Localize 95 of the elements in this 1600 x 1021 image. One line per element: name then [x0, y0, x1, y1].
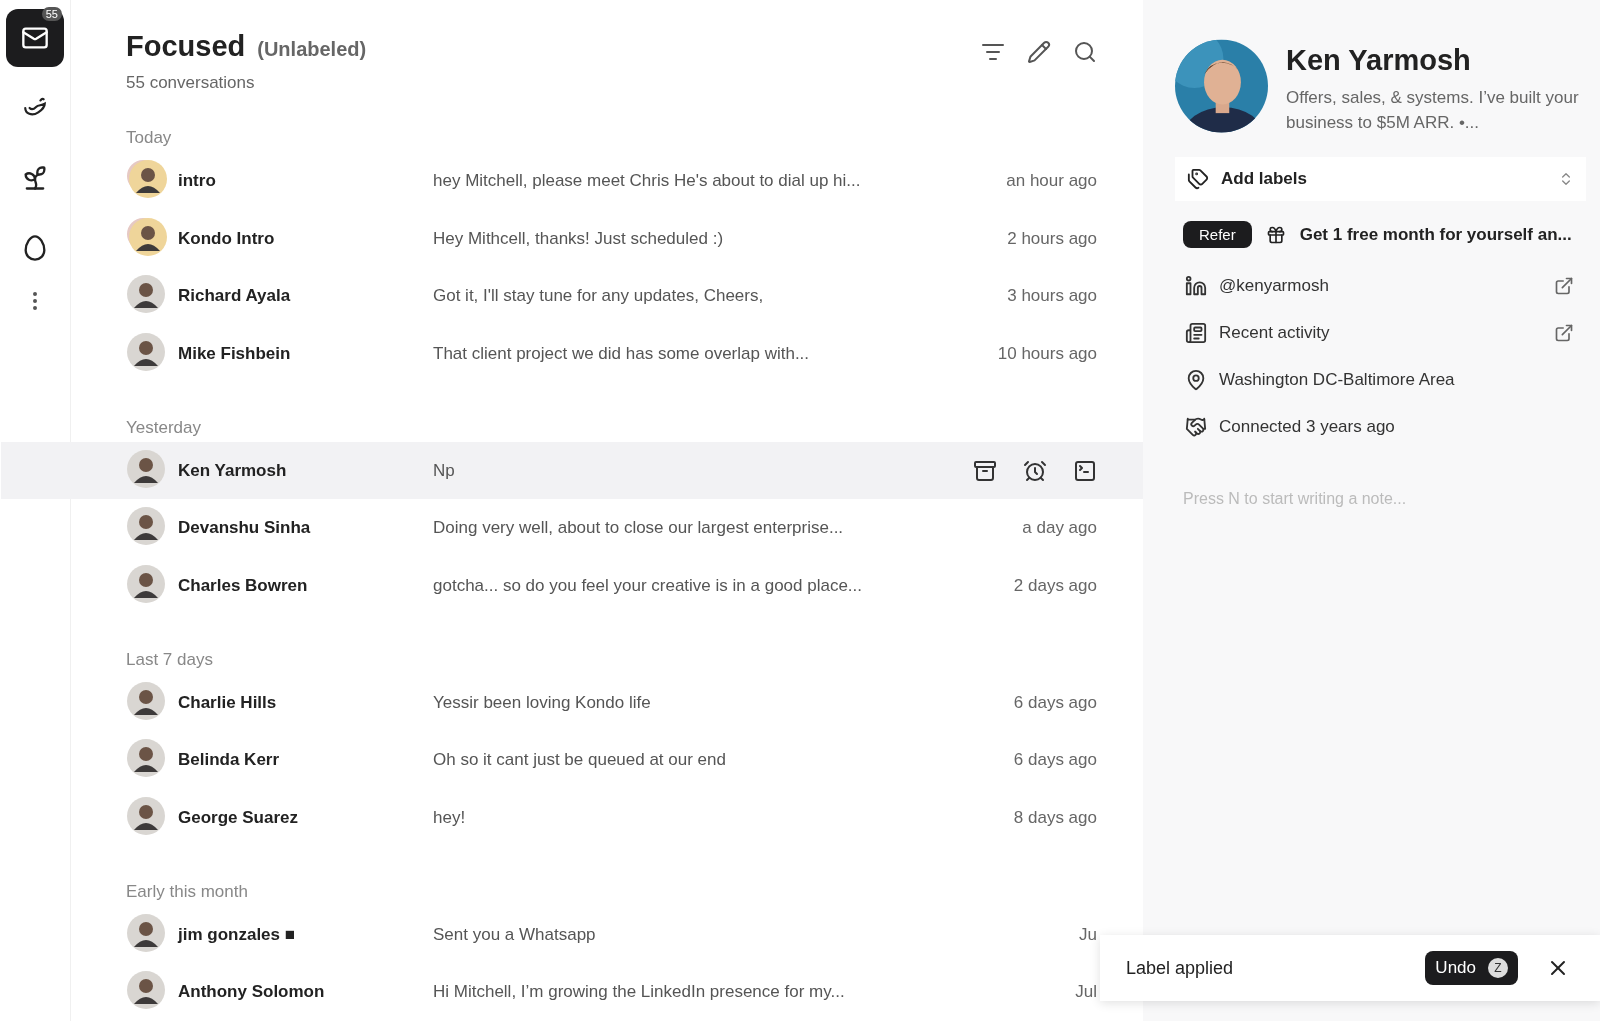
conversation-row[interactable]: jim gonzales ■ Sent you a Whatsapp Ju [1, 905, 1097, 964]
gift-icon [1265, 224, 1286, 245]
avatar-icon [126, 563, 168, 604]
contact-bio: Offers, sales, & systems. I’ve built your business to $5M ARR. •... [1286, 87, 1580, 134]
message-time: Ju [1079, 924, 1097, 945]
sender-name: Richard Ayala [178, 286, 292, 307]
avatar-icon [126, 331, 168, 372]
message-time: Jul [1075, 982, 1097, 1003]
profile-detail: Connected 3 years ago [1219, 416, 1396, 437]
sender-name: jim gonzales ■ [178, 924, 297, 945]
message-preview: Hi Mitchell, I’m growing the LinkedIn presence for my... [433, 982, 846, 1003]
sprout-icon [21, 164, 49, 192]
sender-name: Kondo Intro [178, 228, 276, 249]
compose-icon[interactable] [1027, 40, 1051, 64]
message-preview: Doing very well, about to close our largest enterprise... [433, 518, 845, 539]
unread-badge: 55 [41, 7, 62, 21]
avatar-icon [126, 158, 168, 199]
labels-dropdown[interactable]: Add labels [1175, 157, 1586, 201]
avatar-icon [126, 506, 168, 547]
sender-name: George Suarez [178, 807, 299, 828]
profile-detail[interactable]: Recent activity [1219, 322, 1542, 343]
sender-name: Belinda Kerr [178, 750, 281, 771]
sidebar-button[interactable]: 55 [6, 9, 64, 67]
conversation-row[interactable]: George Suarez hey! 8 days ago [1, 789, 1097, 847]
avatar-icon [126, 970, 168, 1011]
message-preview: Oh so it cant just be queued at our end [433, 750, 727, 771]
sender-name: Charles Bowren [178, 575, 309, 596]
sender-name: intro [178, 170, 217, 191]
group-label: Yesterday [126, 417, 202, 438]
linkedin-icon [1185, 274, 1207, 297]
tags-icon [1187, 168, 1209, 190]
conversation-row[interactable]: Mike Fishbein That client project we did has some overlap with... 10 hours ago [1, 325, 1097, 383]
message-preview: That client project we did has some overlap with... [433, 343, 811, 364]
group-label: Last 7 days [126, 649, 214, 670]
external-link-icon[interactable] [1554, 275, 1574, 296]
archive-icon[interactable] [973, 458, 997, 483]
message-time: 10 hours ago [997, 343, 1097, 364]
avatar-icon [126, 274, 168, 315]
message-preview: gotcha... so do you feel your creative is in a good place... [433, 575, 864, 596]
handshake-icon [1185, 415, 1207, 438]
toast-message: Label applied [1126, 957, 1235, 979]
message-time: 6 days ago [1013, 692, 1097, 713]
conversation-count: 55 conversations [126, 73, 256, 93]
sender-name: Mike Fishbein [178, 343, 292, 364]
message-preview: Sent you a Whatsapp [433, 924, 597, 945]
message-preview: Np [433, 460, 456, 481]
conversation-row[interactable]: Devanshu Sinha Doing very well, about to close our largest enterprise... a day ago [1, 499, 1097, 558]
message-time: 6 days ago [1013, 750, 1097, 771]
profile-detail[interactable]: @kenyarmosh [1219, 275, 1542, 296]
inbox-title: Focused [126, 30, 246, 63]
message-preview: Hey Mithcell, thanks! Just scheduled :) [433, 228, 725, 249]
avatar-icon [126, 448, 168, 489]
external-link-icon[interactable] [1554, 322, 1574, 343]
location-icon [1185, 368, 1207, 391]
shortcut-key: Z [1488, 958, 1508, 978]
avatar-icon [126, 912, 168, 953]
conversation-row[interactable]: Ken Yarmosh Np [1, 441, 1143, 500]
contact-name: Ken Yarmosh [1286, 44, 1472, 77]
message-preview: Got it, I'll stay tune for any updates, Cheers, [433, 286, 765, 307]
profile-detail: Washington DC-Baltimore Area [1219, 369, 1456, 390]
message-time: 8 days ago [1013, 807, 1097, 828]
message-time: a day ago [1022, 518, 1097, 539]
note-field[interactable]: Press N to start writing a note... [1175, 490, 1586, 530]
alarm-clock-icon[interactable] [1023, 458, 1047, 483]
message-preview: hey! [433, 807, 467, 828]
conversation-row[interactable]: Richard Ayala Got it, I'll stay tune for any updates, Cheers, 3 hours ago [1, 267, 1097, 325]
avatar-icon [126, 680, 168, 721]
message-time: an hour ago [1006, 170, 1097, 191]
sender-name: Devanshu Sinha [178, 518, 312, 539]
avatar-icon [126, 216, 168, 257]
sender-name: Anthony Solomon [178, 982, 326, 1003]
avatar-icon [126, 738, 168, 779]
sender-name: Charlie Hills [178, 692, 278, 713]
newspaper-icon [1185, 321, 1207, 344]
terminal-icon[interactable] [1073, 458, 1097, 483]
search-icon[interactable] [1073, 40, 1097, 64]
message-time: 3 hours ago [1007, 286, 1097, 307]
conversation-row[interactable]: intro hey Mitchell, please meet Chris He's about to dial up hi... an hour ago [1, 152, 1097, 210]
conversation-row[interactable]: Belinda Kerr Oh so it cant just be queued at our end 6 days ago [1, 731, 1097, 790]
message-preview: hey Mitchell, please meet Chris He's about to dial up hi... [433, 170, 862, 191]
conversation-row[interactable]: Charlie Hills Yessir been loving Kondo life 6 days ago [1, 673, 1097, 732]
message-time: 2 hours ago [1007, 228, 1097, 249]
refer-badge[interactable]: Refer [1183, 221, 1252, 248]
message-preview: Yessir been loving Kondo life [433, 692, 652, 713]
group-label: Early this month [126, 881, 249, 902]
sender-name: Ken Yarmosh [178, 460, 288, 481]
filter-label: (Unlabeled) [257, 38, 367, 61]
conversation-row[interactable]: Charles Bowren gotcha... so do you feel your creative is in a good place... 2 days ago [1, 557, 1097, 615]
referral-offer[interactable]: Get 1 free month for yourself an... [1299, 224, 1572, 245]
message-time: 2 days ago [1013, 575, 1097, 596]
conversation-row[interactable]: Anthony Solomon Hi Mitchell, I’m growing the LinkedIn presence for my... Jul [1, 963, 1097, 1021]
conversation-row[interactable]: Kondo Intro Hey Mithcell, thanks! Just scheduled :) 2 hours ago [1, 209, 1097, 268]
group-label: Today [126, 128, 173, 148]
undo-button[interactable]: Undo Z [1425, 951, 1518, 985]
avatar-icon [126, 795, 168, 836]
